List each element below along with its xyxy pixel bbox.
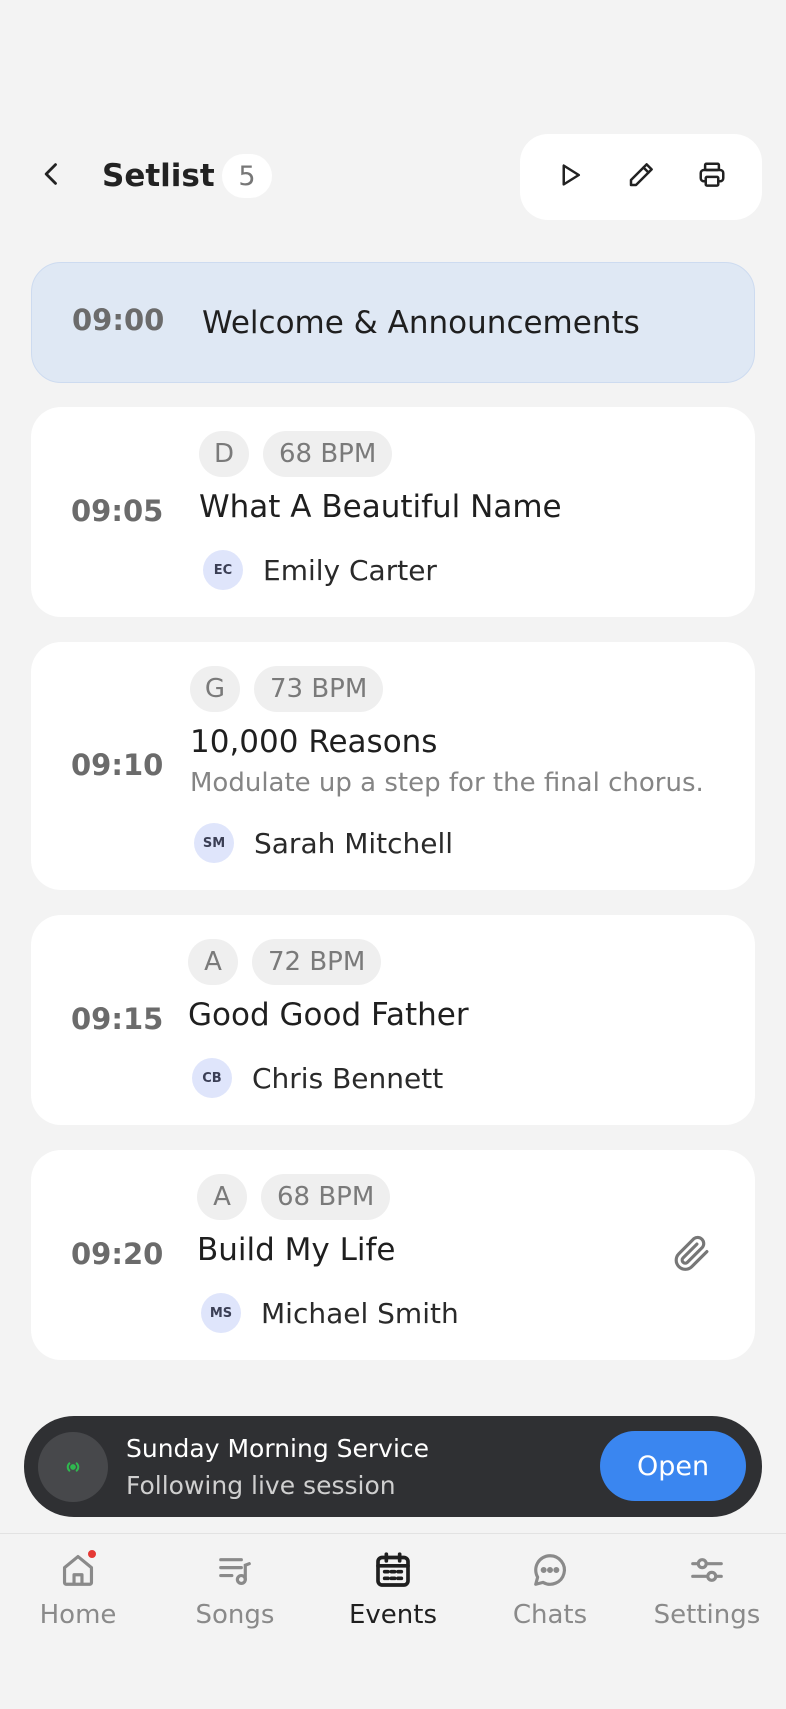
- bpm-chip: 68 BPM: [263, 431, 393, 477]
- song-item[interactable]: 09:15 A 72 BPM Good Good Father CB Chris…: [31, 915, 755, 1125]
- person-name: Emily Carter: [263, 553, 437, 587]
- avatar: CB: [192, 1058, 232, 1098]
- key-chip: A: [188, 939, 238, 985]
- item-time: 09:20: [71, 1237, 164, 1271]
- song-meta: A 72 BPM: [188, 939, 382, 985]
- print-button[interactable]: [684, 149, 740, 205]
- chevron-left-icon: [38, 160, 66, 192]
- assigned-person: CB Chris Bennett: [192, 1058, 443, 1098]
- song-title: Build My Life: [197, 1232, 396, 1268]
- song-item[interactable]: 09:05 D 68 BPM What A Beautiful Name EC …: [31, 407, 755, 617]
- bpm-chip: 73 BPM: [254, 666, 384, 712]
- nav-item-home[interactable]: Home: [3, 1548, 153, 1630]
- live-session-banner: Sunday Morning Service Following live se…: [24, 1416, 762, 1517]
- attachment-button[interactable]: [669, 1232, 715, 1278]
- toolbar: [520, 134, 762, 220]
- song-count-badge: 5: [222, 154, 272, 198]
- nav-label: Events: [348, 1600, 438, 1630]
- bpm-chip: 68 BPM: [261, 1174, 391, 1220]
- item-time: 09:05: [71, 494, 164, 528]
- notification-dot: [86, 1548, 98, 1560]
- song-note: Modulate up a step for the final chorus.: [190, 768, 704, 798]
- play-button[interactable]: [542, 149, 598, 205]
- nav-item-chats[interactable]: Chats: [475, 1548, 625, 1630]
- avatar: SM: [194, 823, 234, 863]
- edit-button[interactable]: [613, 149, 669, 205]
- calendar-icon: [371, 1548, 415, 1592]
- bottom-nav: Home Songs Events Chats Settings: [0, 1533, 786, 1709]
- pencil-icon: [626, 160, 656, 194]
- music-list-icon: [213, 1548, 257, 1592]
- nav-label: Settings: [653, 1600, 761, 1630]
- home-icon: [56, 1548, 100, 1592]
- section-title: Welcome & Announcements: [202, 305, 640, 341]
- assigned-person: EC Emily Carter: [203, 550, 437, 590]
- live-session-subtitle: Following live session: [126, 1471, 396, 1500]
- avatar: EC: [203, 550, 243, 590]
- person-name: Michael Smith: [261, 1296, 459, 1330]
- person-name: Chris Bennett: [252, 1061, 444, 1095]
- song-meta: D 68 BPM: [199, 431, 393, 477]
- person-name: Sarah Mitchell: [254, 826, 454, 860]
- header: Setlist 5: [0, 132, 786, 220]
- nav-label: Songs: [195, 1600, 275, 1630]
- live-session-title: Sunday Morning Service: [126, 1434, 430, 1463]
- key-chip: G: [190, 666, 240, 712]
- song-item[interactable]: 09:10 G 73 BPM 10,000 Reasons Modulate u…: [31, 642, 755, 890]
- paperclip-icon: [671, 1232, 713, 1278]
- nav-item-settings[interactable]: Settings: [632, 1548, 782, 1630]
- item-time: 09:00: [72, 303, 165, 337]
- nav-item-events[interactable]: Events: [318, 1548, 468, 1630]
- assigned-person: MS Michael Smith: [201, 1293, 459, 1333]
- item-time: 09:15: [71, 1002, 164, 1036]
- item-time: 09:10: [71, 748, 164, 782]
- back-button[interactable]: [30, 154, 74, 198]
- page-title: Setlist: [102, 158, 215, 194]
- nav-item-songs[interactable]: Songs: [160, 1548, 310, 1630]
- key-chip: A: [197, 1174, 247, 1220]
- avatar: MS: [201, 1293, 241, 1333]
- song-title: What A Beautiful Name: [199, 489, 562, 525]
- printer-icon: [697, 160, 727, 194]
- section-item-welcome[interactable]: 09:00 Welcome & Announcements: [31, 262, 755, 383]
- chat-bubble-icon: [528, 1548, 572, 1592]
- setlist-screen: Setlist 5 09:00 Welcome & Announcements …: [0, 0, 786, 1709]
- song-meta: A 68 BPM: [197, 1174, 391, 1220]
- song-title: Good Good Father: [188, 997, 469, 1033]
- key-chip: D: [199, 431, 249, 477]
- song-title: 10,000 Reasons: [190, 724, 438, 760]
- song-item[interactable]: 09:20 A 68 BPM Build My Life MS Michael …: [31, 1150, 755, 1360]
- live-broadcast-icon: [38, 1432, 108, 1502]
- nav-label: Chats: [512, 1600, 588, 1630]
- bpm-chip: 72 BPM: [252, 939, 382, 985]
- song-meta: G 73 BPM: [190, 666, 384, 712]
- sliders-icon: [685, 1548, 729, 1592]
- open-session-button[interactable]: Open: [600, 1431, 746, 1501]
- assigned-person: SM Sarah Mitchell: [194, 823, 453, 863]
- play-icon: [555, 160, 585, 194]
- nav-label: Home: [39, 1600, 117, 1630]
